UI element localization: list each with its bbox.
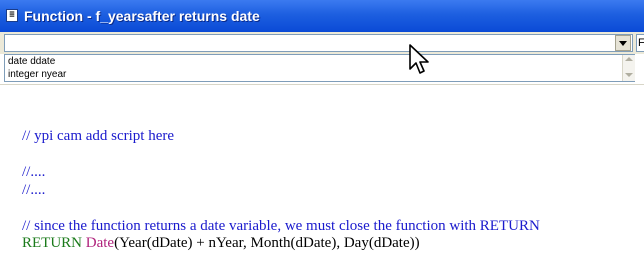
title-bar[interactable]: ≡ Function - f_yearsafter returns date (0, 0, 644, 32)
object-dropdown[interactable] (4, 34, 633, 52)
code-return-line: RETURN Date(Year(dDate) + nYear, Month(d… (22, 235, 420, 252)
code-comment: //.... (22, 164, 46, 180)
code-arguments: (Year(dDate) + nYear, Month(dDate), Day(… (114, 235, 420, 251)
code-comment: // since the function returns a date var… (22, 218, 540, 234)
code-function: Date (85, 235, 115, 251)
scroll-up-icon[interactable] (625, 57, 633, 61)
second-dropdown[interactable]: F (636, 34, 644, 52)
scroll-down-icon[interactable] (625, 73, 633, 77)
script-window-icon[interactable]: ≡ (6, 9, 18, 22)
code-comment: // ypi cam add script here (22, 128, 175, 144)
divider (0, 84, 644, 85)
code-keyword: RETURN (22, 235, 82, 251)
code-comment: //.... (22, 182, 46, 198)
list-item[interactable]: integer nyear (8, 69, 66, 80)
arguments-scrollbar[interactable] (622, 55, 635, 81)
list-item[interactable]: date ddate (8, 56, 55, 67)
arguments-list[interactable]: date ddate integer nyear (4, 54, 635, 82)
chevron-down-icon (619, 41, 627, 46)
window-title: Function - f_yearsafter returns date (24, 8, 260, 24)
mouse-pointer-icon (409, 44, 429, 74)
dropdown-button[interactable] (615, 35, 631, 51)
